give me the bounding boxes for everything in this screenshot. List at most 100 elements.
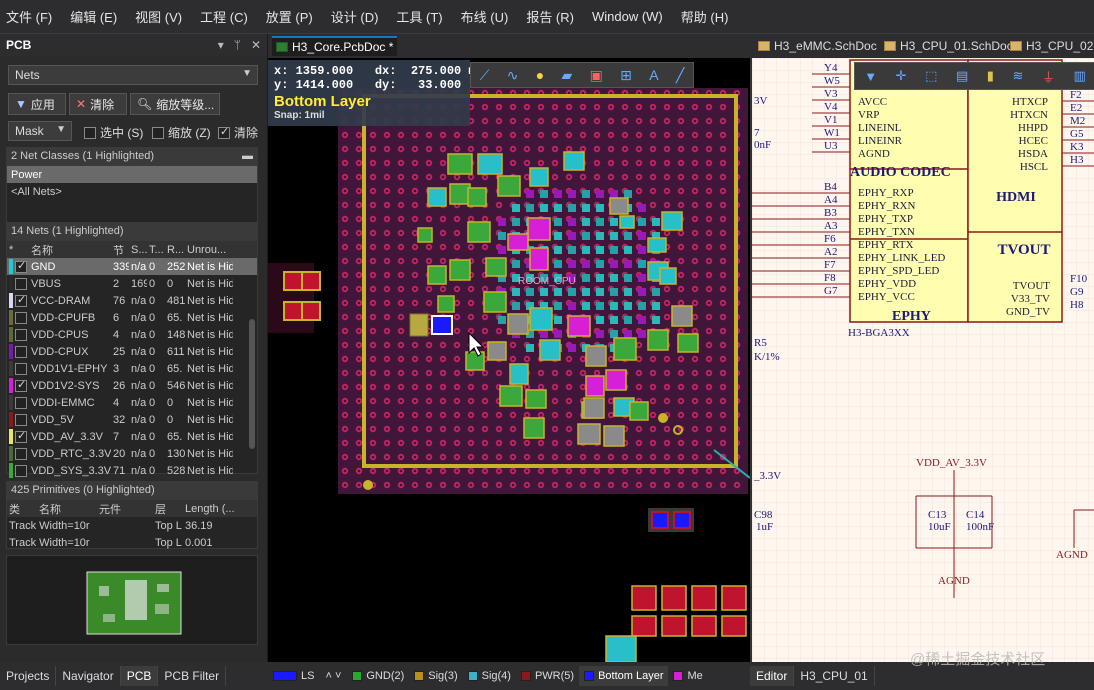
select-checkbox[interactable] [84, 126, 96, 139]
select-option[interactable]: 选中 (S) [84, 124, 143, 141]
col-component[interactable]: 元件 [97, 501, 153, 517]
align-icon[interactable]: ▤ [956, 68, 968, 84]
net-row[interactable]: VCC-DRAM 76 n/a0 481Net is Hid [7, 292, 257, 309]
polygon-icon[interactable]: ▰ [562, 67, 573, 84]
clear-option[interactable]: 清除 [218, 124, 258, 141]
menu-item[interactable]: 编辑 (E) [70, 7, 117, 26]
menu-item[interactable]: 放置 (P) [266, 7, 313, 26]
net-row[interactable]: VDD-CPUS 4 n/a 0 148 Net is Hid [7, 326, 257, 343]
net-row[interactable]: VBUS 2 169 0 0 Net is Hid [7, 275, 257, 292]
layer-tab[interactable]: Sig(4) [463, 666, 516, 686]
net-visibility-checkbox[interactable] [15, 328, 27, 341]
col-length[interactable]: Length (... [183, 503, 245, 515]
layer-tab[interactable]: LS [268, 666, 319, 686]
net-visibility-checkbox[interactable] [15, 362, 27, 375]
text-icon[interactable]: A [649, 67, 658, 83]
pcb-canvas[interactable]: ROOM_CPU x: 1359.000 dx: 275.000 mil y: … [268, 58, 750, 662]
net-row[interactable]: VDD-CPUFB 6 n/a 0 65. Net is Hid [7, 309, 257, 326]
tab-h3-cpu01-schdoc[interactable]: H3_CPU_01.SchDoc [880, 36, 1017, 56]
col-t[interactable]: T... [147, 244, 165, 256]
mode-select[interactable]: Nets ▼ [8, 65, 258, 85]
layer-tab[interactable]: Me [668, 666, 707, 686]
net-row[interactable]: VDD1V1-EPHY 3 n/a 0 65. Net is Hid [7, 360, 257, 377]
tab-navigator[interactable]: Navigator [56, 666, 121, 686]
net-class-item[interactable]: <All Nets> [7, 183, 257, 200]
harness-icon[interactable]: ▥ [1073, 68, 1085, 84]
net-visibility-checkbox[interactable] [15, 277, 27, 290]
layer-scroll-arrows-icon[interactable]: ˄ ˅ [319, 670, 347, 682]
close-icon[interactable]: ✕ [251, 38, 261, 52]
net-visibility-checkbox[interactable] [15, 396, 27, 409]
menu-item[interactable]: 报告 (R) [526, 7, 574, 26]
menu-item[interactable]: 工程 (C) [200, 7, 248, 26]
net-row[interactable]: VDD1V2-SYS 26 n/a0 546Net is Hid [7, 377, 257, 394]
filter-icon[interactable]: ▼ [864, 69, 877, 84]
col-unrouted[interactable]: Unrou... [185, 244, 233, 256]
layer-tab[interactable]: GND(2) [347, 666, 409, 686]
net-visibility-checkbox[interactable] [15, 311, 27, 324]
apply-button[interactable]: ▼ 应用 [8, 93, 66, 115]
zoom-checkbox[interactable] [152, 126, 164, 139]
tab-h3-cpu02-schdoc[interactable]: H3_CPU_02.S [1006, 36, 1094, 56]
wave-icon[interactable]: ∿ [507, 67, 519, 84]
net-visibility-checkbox[interactable] [15, 464, 27, 477]
net-row[interactable]: VDD-CPUX 25 n/a 0 611 Net is Hid [7, 343, 257, 360]
nets-scrollbar[interactable] [249, 319, 255, 449]
primitive-row[interactable]: Track Width=10r Top L 0.001 [7, 534, 257, 551]
net-class-item[interactable]: Power [7, 166, 257, 183]
zoom-option[interactable]: 缩放 (Z) [152, 124, 211, 141]
menu-item[interactable]: 布线 (U) [461, 7, 509, 26]
layer-tab[interactable]: Bottom Layer [579, 666, 669, 686]
mask-select[interactable]: Mask ▼ [8, 121, 72, 141]
primitive-row[interactable]: Track Width=10r Top L 36.19 [7, 517, 257, 534]
col-type[interactable]: 类 [7, 501, 37, 517]
part-icon[interactable]: ▮ [987, 68, 994, 84]
menu-item[interactable]: 设计 (D) [331, 7, 379, 26]
menu-item[interactable]: 工具 (T) [396, 7, 442, 26]
tab-pcb[interactable]: PCB [120, 666, 159, 686]
net-row[interactable]: VDD_RTC_3.3V 20 n/a 0 130 Net is Hid [7, 445, 257, 462]
power-port-icon[interactable]: ⏚ [1042, 67, 1055, 86]
clear-checkbox[interactable] [218, 125, 230, 139]
menu-item[interactable]: Window (W) [592, 9, 663, 24]
net-visibility-checkbox[interactable] [15, 293, 27, 307]
line-icon[interactable]: ╱ [676, 67, 684, 84]
col-star[interactable]: * [7, 244, 29, 256]
tab-projects[interactable]: Projects [0, 666, 57, 686]
clear-button[interactable]: ✕ 清除 [69, 93, 127, 115]
tab-h3-cpu01[interactable]: H3_CPU_01 [794, 666, 875, 686]
layer-tab[interactable]: Sig(3) [409, 666, 462, 686]
layer-tab[interactable]: PWR(5) [516, 666, 579, 686]
keepout-icon[interactable]: ▣ [590, 67, 603, 84]
route-icon[interactable]: ⟋ [480, 67, 490, 84]
net-visibility-checkbox[interactable] [15, 378, 27, 392]
net-visibility-checkbox[interactable] [15, 413, 27, 426]
tab-h3-emmc-schdoc[interactable]: H3_eMMC.SchDoc [754, 36, 881, 56]
tab-h3-core-pcbdoc[interactable]: H3_Core.PcbDoc * [272, 36, 398, 56]
net-row[interactable]: GND 339n/a0 252Net is Hid [7, 258, 257, 275]
tab-editor[interactable]: Editor [750, 666, 795, 686]
col-nodes[interactable]: 节 [111, 242, 129, 258]
col-s[interactable]: S... [129, 244, 147, 256]
tab-pcb-filter[interactable]: PCB Filter [158, 666, 227, 686]
menu-item[interactable]: 视图 (V) [135, 7, 182, 26]
col-prim-name[interactable]: 名称 [37, 501, 97, 517]
schematic-canvas[interactable]: Y4 W5 V3 V4 V1 W1 U3 AVCC VRP LINEINL LINEINR AGND A… [750, 58, 1094, 662]
net-visibility-checkbox[interactable] [15, 259, 27, 273]
collapse-icon[interactable]: ▬ [242, 150, 253, 164]
menu-item[interactable]: 文件 (F) [6, 7, 52, 26]
bus-icon[interactable]: ≋ [1012, 68, 1023, 84]
menu-item[interactable]: 帮助 (H) [681, 7, 729, 26]
net-visibility-checkbox[interactable] [15, 447, 27, 460]
col-layer[interactable]: 层 [153, 501, 183, 517]
col-r[interactable]: R... [165, 244, 185, 256]
panel-menu-icon[interactable]: ▾ [218, 38, 224, 52]
net-row[interactable]: VDDI-EMMC 4 n/a 0 0 Net is Hid [7, 394, 257, 411]
net-visibility-checkbox[interactable] [15, 429, 27, 443]
net-row[interactable]: VDD_SYS_3.3V 71 n/a 0 528 Net is Hid [7, 462, 257, 479]
select-rect-icon[interactable]: ⬚ [925, 68, 937, 84]
board-preview[interactable] [6, 555, 258, 645]
place-pad-icon[interactable]: ● [536, 67, 544, 83]
col-name[interactable]: 名称 [29, 242, 111, 258]
zoom-level-button[interactable]: 🔍︎ 缩放等级... [130, 93, 220, 115]
